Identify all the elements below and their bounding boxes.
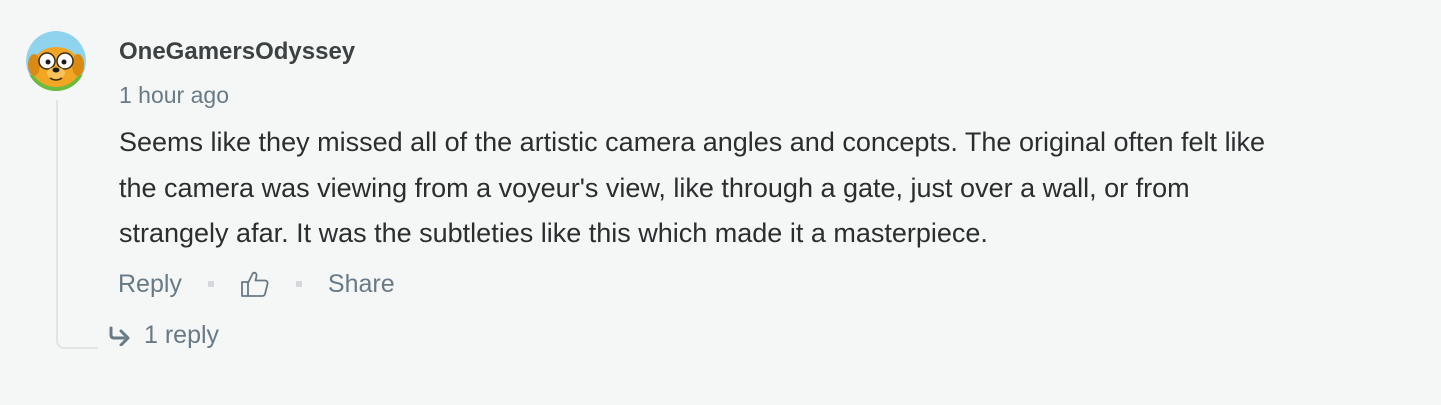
comment-body-line: the camera was viewing from a voyeur's v… <box>119 172 1190 203</box>
separator <box>207 281 214 287</box>
comment-body: Seems like they missed all of the artist… <box>119 120 1419 257</box>
thumbs-up-icon <box>241 271 269 297</box>
avatar[interactable] <box>26 31 86 91</box>
author-name[interactable]: OneGamersOdyssey <box>119 38 355 66</box>
comment-body-line: Seems like they missed all of the artist… <box>119 127 1266 157</box>
timestamp[interactable]: 1 hour ago <box>119 82 229 109</box>
reply-arrow-icon <box>108 326 132 346</box>
replies-count-label: 1 reply <box>144 321 220 349</box>
comment: OneGamersOdyssey 1 hour ago Seems like t… <box>0 0 1441 405</box>
reply-button[interactable]: Reply <box>118 270 182 299</box>
comment-actions: Reply Share <box>118 266 395 302</box>
separator <box>295 281 302 287</box>
show-replies-button[interactable]: 1 reply <box>108 321 219 350</box>
cartoon-dog-avatar-icon <box>26 31 86 91</box>
thread-line <box>56 100 98 349</box>
share-button[interactable]: Share <box>328 270 395 299</box>
like-button[interactable] <box>240 270 270 298</box>
comment-body-line: strangely afar. It was the subtleties li… <box>119 218 988 248</box>
